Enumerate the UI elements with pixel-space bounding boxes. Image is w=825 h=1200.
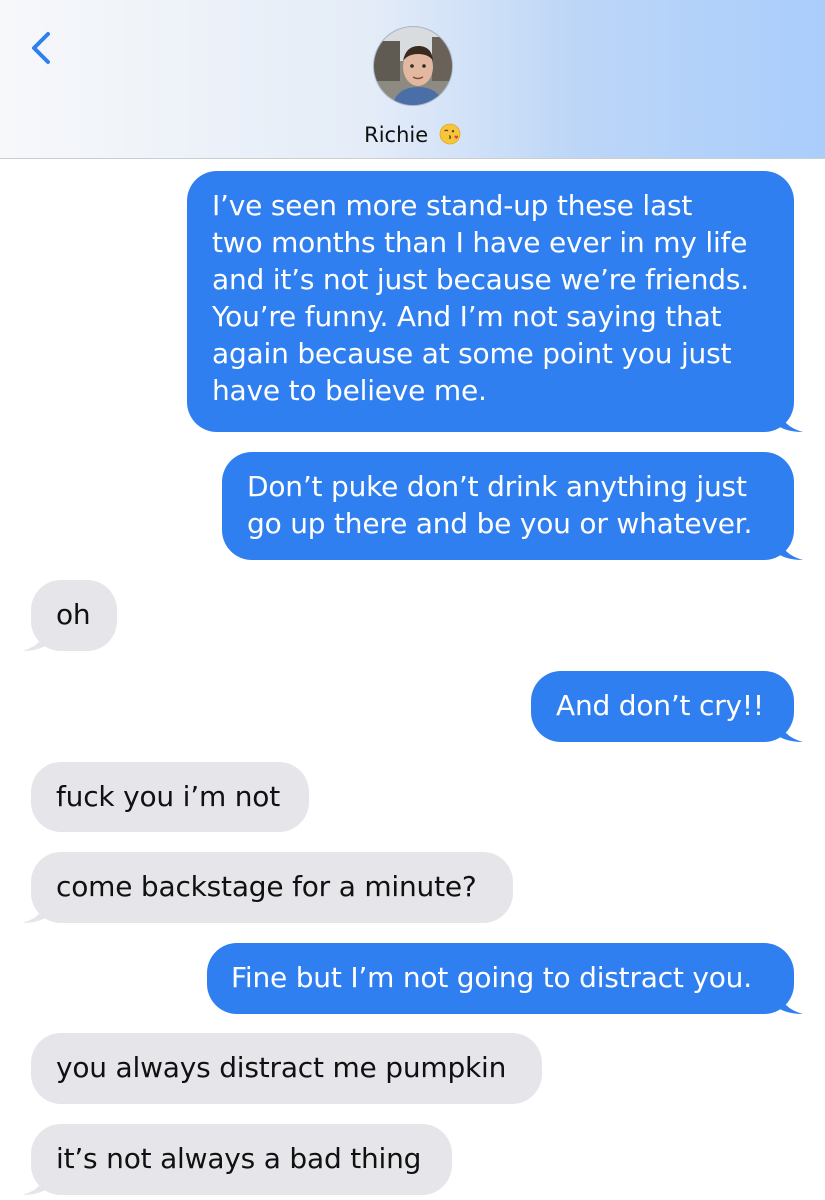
- bubble-tail: [22, 627, 52, 651]
- message-text: you always distract me pumpkin: [56, 1051, 507, 1084]
- message-bubble-sent[interactable]: I’ve seen more stand-up these last two m…: [187, 171, 803, 432]
- message-text: Fine but I’m not going to distract you.: [231, 961, 752, 994]
- message-bubble-received[interactable]: you always distract me pumpkin: [31, 1033, 542, 1104]
- bubble-tail: [773, 990, 803, 1014]
- message-bubble-sent[interactable]: Fine but I’m not going to distract you.: [207, 943, 803, 1014]
- message-bubble-sent[interactable]: And don’t cry!!: [531, 671, 803, 742]
- bubble-tail: [22, 1171, 52, 1195]
- message-bubble-received[interactable]: come backstage for a minute?: [22, 852, 513, 923]
- message-bubble-sent[interactable]: Don’t puke don’t drink anything just go …: [222, 452, 803, 560]
- contact-avatar[interactable]: [373, 26, 453, 106]
- message-text: And don’t cry!!: [556, 689, 764, 722]
- message-text: come backstage for a minute?: [56, 870, 477, 903]
- conversation-header: Richie: [0, 0, 825, 159]
- message-bubble-received[interactable]: oh: [22, 580, 117, 651]
- contact-photo: [374, 27, 452, 105]
- message-text: Don’t puke don’t drink anything just go …: [247, 470, 753, 540]
- bubble-tail: [773, 536, 803, 560]
- message-text: it’s not always a bad thing: [56, 1142, 422, 1175]
- message-text: fuck you i’m not: [56, 780, 280, 813]
- contact-name-row[interactable]: Richie: [0, 120, 825, 150]
- message-bubble-received[interactable]: fuck you i’m not: [31, 762, 309, 832]
- contact-name: Richie: [364, 123, 429, 147]
- chevron-left-icon: [32, 32, 50, 64]
- kiss-emoji-icon: [439, 123, 461, 145]
- message-text: I’ve seen more stand-up these last two m…: [212, 189, 749, 407]
- back-button[interactable]: [22, 24, 62, 72]
- bubble-tail: [22, 899, 52, 923]
- message-bubble-received[interactable]: it’s not always a bad thing: [22, 1124, 452, 1195]
- message-text: oh: [56, 598, 91, 631]
- bubble-tail: [773, 718, 803, 742]
- bubble-tail: [773, 408, 803, 432]
